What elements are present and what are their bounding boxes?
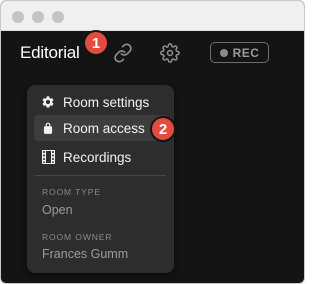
close-window-button[interactable] <box>12 11 24 23</box>
settings-button[interactable] <box>158 41 182 65</box>
link-icon <box>114 43 132 63</box>
room-dropdown-menu: Room settings Room access Recordings ROO… <box>27 85 174 273</box>
record-label: REC <box>232 45 260 60</box>
gear-icon <box>41 95 55 109</box>
menu-item-recordings[interactable]: Recordings <box>34 144 168 170</box>
app-window: Editorial 1 REC Room settings Room acces… <box>0 0 305 284</box>
menu-item-room-settings[interactable]: Room settings <box>34 89 168 115</box>
copy-link-button[interactable] <box>111 41 135 65</box>
room-owner-value: Frances Gumm <box>42 247 129 261</box>
title-bar <box>1 1 304 31</box>
record-button[interactable]: REC <box>210 42 269 63</box>
menu-item-label: Room settings <box>63 94 150 110</box>
menu-item-room-access[interactable]: Room access <box>34 115 168 141</box>
step-badge-1: 1 <box>83 30 109 56</box>
gear-icon <box>160 43 180 63</box>
menu-item-label: Room access <box>63 120 145 136</box>
step-badge-2: 2 <box>150 116 176 142</box>
zoom-window-button[interactable] <box>52 11 64 23</box>
minimize-window-button[interactable] <box>32 11 44 23</box>
room-type-value: Open <box>42 203 73 217</box>
room-owner-label: ROOM OWNER <box>42 232 113 242</box>
room-title-dropdown[interactable]: Editorial <box>20 43 80 63</box>
menu-divider <box>35 175 166 176</box>
film-icon <box>41 150 55 164</box>
record-dot-icon <box>219 48 228 57</box>
room-type-label: ROOM TYPE <box>42 187 101 197</box>
menu-item-label: Recordings <box>63 149 132 165</box>
lock-icon <box>41 121 55 135</box>
